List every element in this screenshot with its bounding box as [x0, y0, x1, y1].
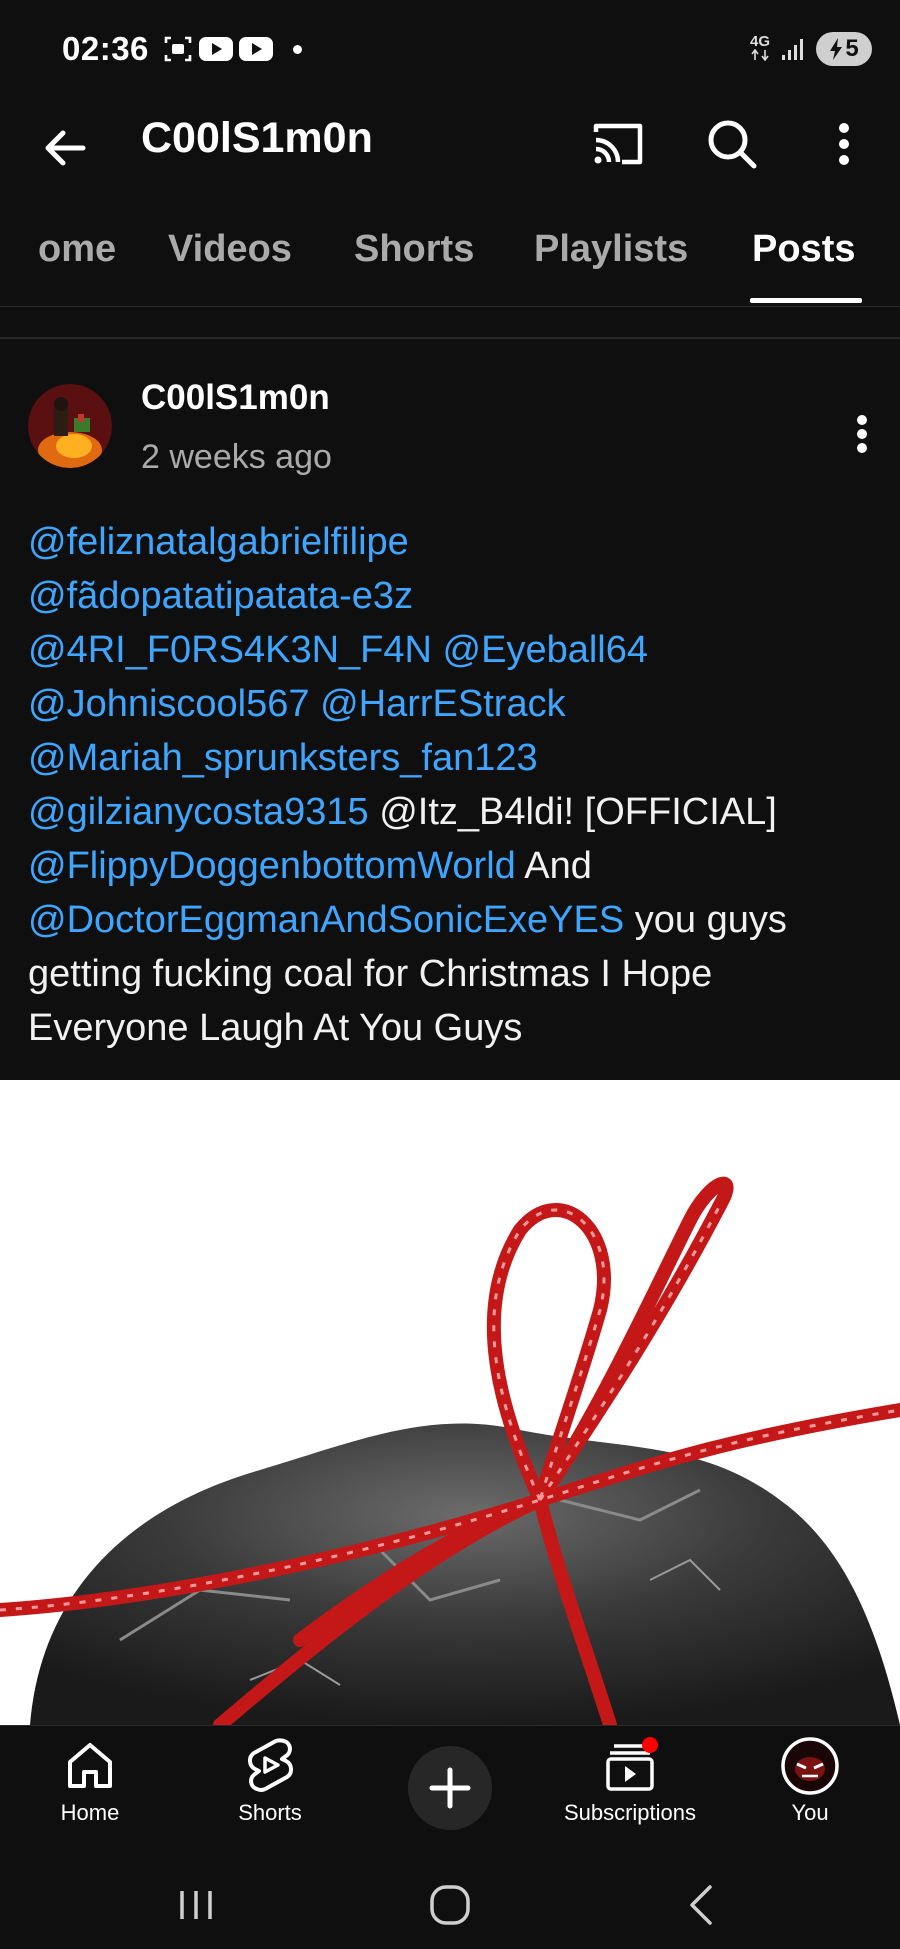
channel-app-bar: C00lS1m0n	[0, 100, 900, 210]
post-text-line: @feliznatalgabrielfilipe	[28, 515, 878, 569]
system-back-icon[interactable]	[672, 1875, 732, 1935]
status-time: 02:36	[62, 30, 149, 67]
post-text-segment	[310, 683, 321, 725]
post-text-line: @gilzianycosta9315 @Itz_B4ldi! [OFFICIAL…	[28, 785, 878, 839]
mention-link[interactable]: @Eyeball64	[443, 629, 648, 671]
tab-videos[interactable]: Videos	[168, 228, 292, 271]
tab-shorts[interactable]: Shorts	[354, 228, 474, 271]
notification-dot	[642, 1737, 658, 1753]
battery-indicator: 5	[816, 32, 872, 66]
mention-link[interactable]: @DoctorEggmanAndSonicExeYES	[28, 899, 624, 941]
mention-link[interactable]: @HarrEStrack	[320, 683, 566, 725]
nav-you[interactable]: You	[735, 1736, 885, 1846]
post-text-line: getting fucking coal for Christmas I Hop…	[28, 947, 878, 1001]
nav-home-label: Home	[60, 1800, 120, 1825]
home-circle-icon[interactable]	[420, 1875, 480, 1935]
bottom-navigation: Home Shorts Subscriptions You	[0, 1725, 900, 1856]
post-text-segment	[432, 629, 443, 671]
tab-playlists[interactable]: Playlists	[534, 228, 688, 271]
status-right-icons: 4G 5	[750, 32, 872, 66]
post-text-segment: And	[515, 845, 592, 887]
nav-home[interactable]: Home	[15, 1736, 165, 1846]
post-text-line: @DoctorEggmanAndSonicExeYES you guys	[28, 893, 878, 947]
channel-title: C00lS1m0n	[141, 114, 373, 162]
nav-you-label: You	[791, 1800, 829, 1825]
post-header: C00lS1m0n 2 weeks ago	[0, 370, 900, 480]
home-icon	[68, 1743, 112, 1788]
mention-link[interactable]: @FlippyDoggenbottomWorld	[28, 845, 516, 887]
active-tab-indicator	[750, 298, 862, 303]
nav-subscriptions-label: Subscriptions	[563, 1800, 697, 1825]
post-text-line: @Mariah_sprunksters_fan123	[28, 731, 878, 785]
network-label: 4G	[749, 32, 770, 50]
youtube-notification-icon	[199, 37, 233, 61]
post-timestamp: 2 weeks ago	[141, 438, 332, 476]
divider	[0, 337, 900, 339]
mention-link[interactable]: @Johniscool567	[28, 683, 310, 725]
nav-shorts[interactable]: Shorts	[195, 1736, 345, 1846]
nav-subscriptions[interactable]: Subscriptions	[555, 1736, 705, 1846]
create-button[interactable]	[408, 1746, 492, 1830]
status-notification-icons	[163, 34, 302, 64]
youtube-notification-icon	[239, 37, 273, 61]
cast-icon[interactable]	[588, 114, 648, 174]
post-text-segment: Everyone Laugh At You Guys	[28, 1007, 523, 1049]
profile-avatar-icon	[781, 1737, 839, 1795]
mention-link[interactable]: @fãdopatatipatata-e3z	[28, 575, 413, 617]
post-author[interactable]: C00lS1m0n	[141, 378, 330, 418]
mention-link[interactable]: @Mariah_sprunksters_fan123	[28, 737, 538, 779]
post-text-line: Everyone Laugh At You Guys	[28, 1001, 878, 1055]
mention-link[interactable]: @feliznatalgabrielfilipe	[28, 521, 409, 563]
more-notifications-dot	[293, 44, 302, 54]
status-bar: 02:36 4G 5	[0, 0, 900, 100]
tab-home[interactable]: ome	[38, 228, 116, 271]
recent-apps-icon[interactable]	[166, 1875, 226, 1935]
coal-with-red-ribbon-image	[0, 1176, 900, 1725]
more-vertical-icon[interactable]	[840, 402, 884, 466]
mention-link[interactable]: @gilzianycosta9315	[28, 791, 369, 833]
signal-icon	[782, 39, 803, 60]
tab-posts[interactable]: Posts	[752, 228, 855, 271]
post-text-segment: you guys	[624, 899, 787, 941]
back-arrow-icon[interactable]	[35, 118, 95, 178]
plus-icon	[429, 1767, 471, 1809]
system-navigation-bar	[0, 1855, 900, 1949]
post-text-line: @Johniscool567 @HarrEStrack	[28, 677, 878, 731]
nav-shorts-label: Shorts	[238, 1800, 302, 1825]
battery-level: 5	[845, 35, 859, 62]
search-icon[interactable]	[700, 112, 764, 176]
avatar[interactable]	[28, 384, 112, 468]
more-vertical-icon[interactable]	[820, 112, 868, 176]
post-text-line: @FlippyDoggenbottomWorld And	[28, 839, 878, 893]
post-text-line: @4RI_F0RS4K3N_F4N @Eyeball64	[28, 623, 878, 677]
channel-tabs: ome Videos Shorts Playlists Posts	[0, 210, 900, 307]
data-arrows-icon	[751, 48, 769, 61]
subscriptions-icon	[606, 1737, 658, 1791]
charging-icon	[830, 38, 843, 60]
screenshot-icon	[164, 36, 192, 62]
post-text-segment: @Itz_B4ldi! [OFFICIAL]	[368, 791, 777, 833]
mention-link[interactable]: @4RI_F0RS4K3N_F4N	[28, 629, 432, 671]
post-text-line: @fãdopatatipatata-e3z	[28, 569, 878, 623]
post-image[interactable]	[0, 1080, 900, 1725]
shorts-icon	[248, 1738, 293, 1793]
post-text-segment: getting fucking coal for Christmas I Hop…	[28, 953, 713, 995]
network-type: 4G	[749, 32, 770, 64]
post-text: @feliznatalgabrielfilipe @fãdopatatipatat…	[28, 515, 878, 1055]
